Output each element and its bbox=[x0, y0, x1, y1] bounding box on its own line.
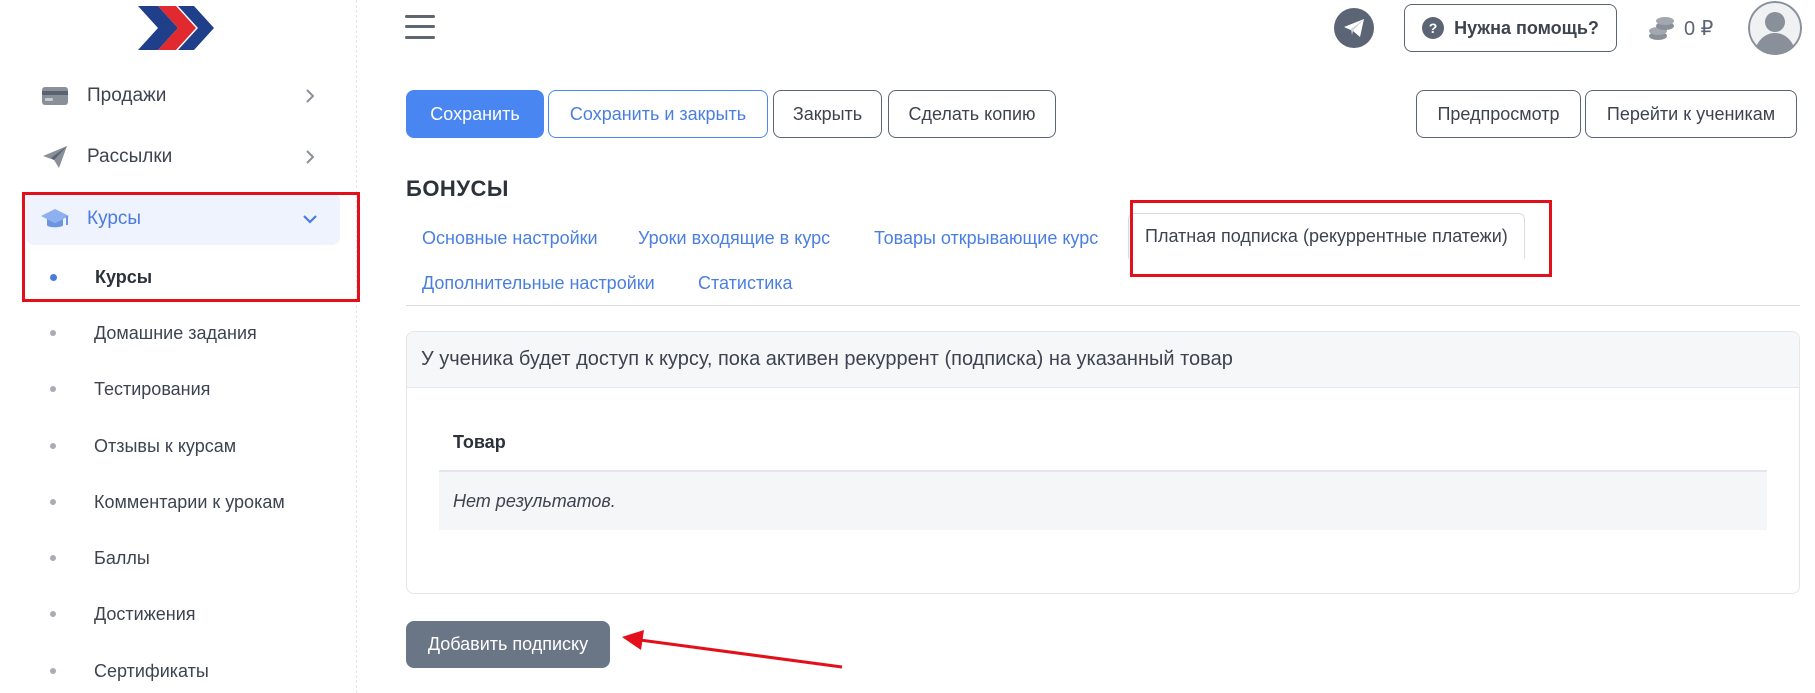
avatar[interactable] bbox=[1748, 1, 1802, 55]
sidebar-subitem-courses[interactable]: Курсы bbox=[50, 259, 152, 295]
wallet-icon bbox=[40, 81, 70, 111]
user-icon bbox=[1748, 1, 1802, 55]
sidebar-subitem-label: Домашние задания bbox=[94, 322, 257, 343]
balance-value: 0 ₽ bbox=[1684, 17, 1714, 40]
sidebar-subitem-achievements[interactable]: Достижения bbox=[50, 596, 196, 632]
go-to-students-button[interactable]: Перейти к ученикам bbox=[1585, 90, 1797, 138]
sidebar-subitem-label: Достижения bbox=[94, 603, 196, 624]
bullet-icon bbox=[50, 273, 57, 281]
paper-plane-icon bbox=[40, 142, 70, 172]
sidebar-item-label: Курсы bbox=[87, 208, 142, 229]
bullet-icon bbox=[50, 386, 56, 392]
sidebar: Продажи Рассылки Курсы Курсы Домашние за… bbox=[0, 0, 360, 693]
tabs-divider bbox=[406, 305, 1800, 306]
sidebar-subitem-label: Баллы bbox=[94, 547, 150, 568]
tab-statistics[interactable]: Статистика bbox=[698, 260, 793, 306]
panel-header: У ученика будет доступ к курсу, пока акт… bbox=[407, 332, 1799, 388]
subscription-panel: У ученика будет доступ к курсу, пока акт… bbox=[406, 331, 1800, 594]
bullet-icon bbox=[50, 499, 56, 505]
sidebar-subitem-homework[interactable]: Домашние задания bbox=[50, 315, 257, 351]
sidebar-subitem-comments[interactable]: Комментарии к урокам bbox=[50, 484, 285, 520]
tab-main-settings[interactable]: Основные настройки bbox=[422, 215, 598, 261]
help-button[interactable]: ? Нужна помощь? bbox=[1404, 4, 1617, 52]
coins-icon bbox=[1649, 17, 1674, 40]
tab-additional-settings[interactable]: Дополнительные настройки bbox=[422, 260, 655, 306]
tab-lessons[interactable]: Уроки входящие в курс bbox=[638, 215, 830, 261]
bullet-icon bbox=[50, 330, 56, 336]
menu-icon[interactable] bbox=[405, 14, 435, 40]
sidebar-subitem-tests[interactable]: Тестирования bbox=[50, 371, 210, 407]
sidebar-item-mailings[interactable]: Рассылки bbox=[26, 131, 340, 183]
help-label: Нужна помощь? bbox=[1454, 17, 1599, 38]
chevron-right-icon bbox=[298, 84, 322, 108]
sidebar-subitem-label: Сертификаты bbox=[94, 660, 209, 681]
table-empty-row: Нет результатов. bbox=[439, 472, 1767, 530]
sidebar-item-label: Рассылки bbox=[87, 146, 173, 167]
tab-products[interactable]: Товары открывающие курс bbox=[874, 215, 1098, 261]
save-button[interactable]: Сохранить bbox=[406, 90, 544, 138]
sidebar-subitem-points[interactable]: Баллы bbox=[50, 540, 150, 576]
copy-button[interactable]: Сделать копию bbox=[888, 90, 1056, 138]
bullet-icon bbox=[50, 668, 56, 674]
close-button[interactable]: Закрыть bbox=[773, 90, 882, 138]
page-title: БОНУСЫ bbox=[406, 176, 509, 201]
chevron-right-icon bbox=[298, 145, 322, 169]
sidebar-item-sales[interactable]: Продажи bbox=[26, 70, 340, 122]
products-table: Товар Нет результатов. bbox=[439, 414, 1767, 530]
app-root: Продажи Рассылки Курсы Курсы Домашние за… bbox=[0, 0, 1815, 693]
telegram-icon[interactable] bbox=[1334, 8, 1374, 48]
sidebar-subitem-reviews[interactable]: Отзывы к курсам bbox=[50, 428, 236, 464]
sidebar-subitem-label: Отзывы к курсам bbox=[94, 435, 237, 456]
tab-paid-subscription[interactable]: Платная подписка (рекуррентные платежи) bbox=[1128, 213, 1525, 259]
balance[interactable]: 0 ₽ bbox=[1646, 14, 1713, 42]
chevron-down-icon bbox=[298, 207, 322, 231]
save-and-close-button[interactable]: Сохранить и закрыть bbox=[548, 90, 768, 138]
sidebar-subitem-label: Курсы bbox=[95, 266, 153, 287]
table-header-product[interactable]: Товар bbox=[439, 414, 1767, 472]
sidebar-subitem-label: Комментарии к урокам bbox=[94, 491, 285, 512]
question-icon: ? bbox=[1422, 17, 1445, 39]
graduation-cap-icon bbox=[40, 204, 70, 234]
bullet-icon bbox=[50, 555, 56, 561]
sidebar-item-label: Продажи bbox=[87, 85, 167, 106]
preview-button[interactable]: Предпросмотр bbox=[1416, 90, 1581, 138]
logo-icon[interactable] bbox=[136, 4, 216, 52]
sidebar-subitem-certificates[interactable]: Сертификаты bbox=[50, 653, 209, 689]
bullet-icon bbox=[50, 611, 56, 617]
bullet-icon bbox=[50, 443, 56, 449]
add-subscription-button[interactable]: Добавить подписку bbox=[406, 621, 610, 668]
sidebar-subitem-label: Тестирования bbox=[94, 378, 211, 399]
sidebar-item-courses[interactable]: Курсы bbox=[26, 193, 340, 245]
